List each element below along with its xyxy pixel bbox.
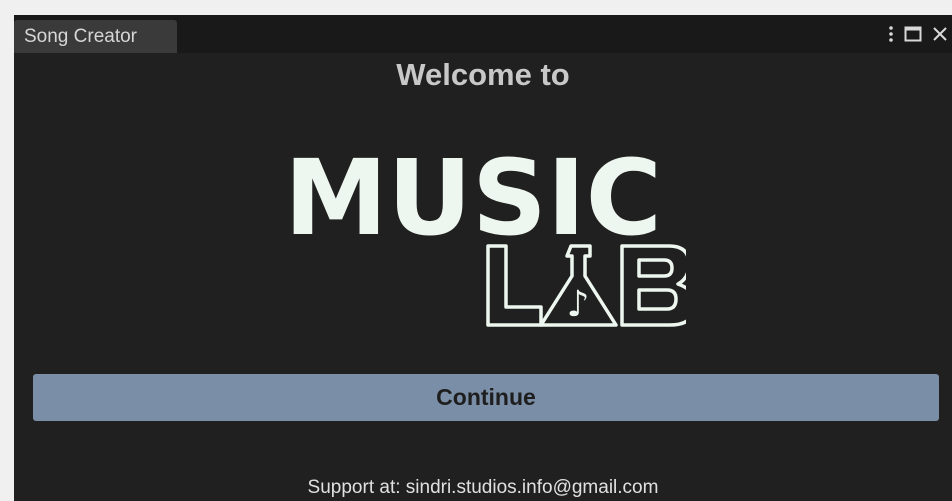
- more-options-icon[interactable]: [888, 25, 894, 43]
- maximize-icon[interactable]: [904, 26, 922, 42]
- tab-label: Song Creator: [24, 26, 138, 47]
- close-icon[interactable]: [932, 26, 948, 42]
- song-creator-window: Song Creator Welcome to MUSIC ♪ Continue…: [14, 15, 952, 501]
- music-lab-logo: MUSIC ♪: [286, 138, 686, 327]
- logo-music-text: MUSIC: [286, 138, 662, 259]
- window-controls: [888, 23, 948, 45]
- continue-button[interactable]: Continue: [33, 374, 939, 421]
- welcome-heading: Welcome to: [396, 57, 570, 92]
- support-text: Support at: sindri.studios.info@gmail.co…: [307, 477, 659, 498]
- tab-song-creator[interactable]: Song Creator: [14, 20, 177, 53]
- tab-bar: Song Creator: [14, 15, 952, 53]
- music-note-icon: ♪: [567, 284, 590, 325]
